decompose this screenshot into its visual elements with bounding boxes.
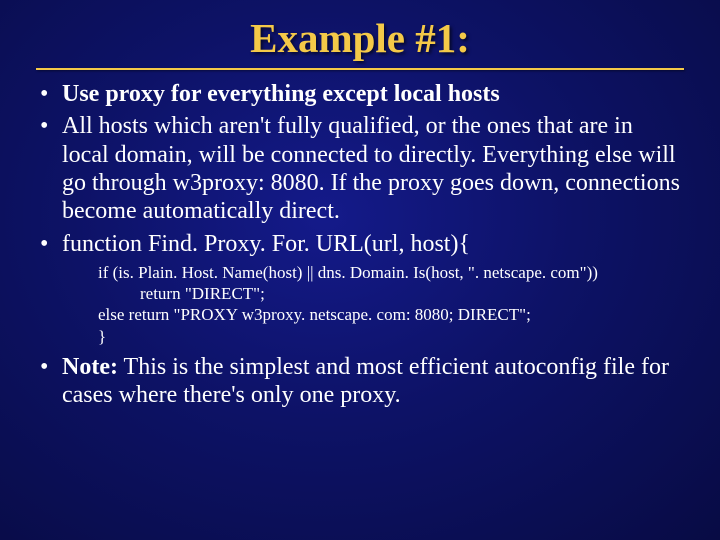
bullet-3-text: function Find. Proxy. For. URL(url, host… xyxy=(62,231,470,257)
bullet-1: Use proxy for everything except local ho… xyxy=(36,80,684,108)
bullet-list: Use proxy for everything except local ho… xyxy=(36,80,684,258)
code-line-4: } xyxy=(98,326,684,347)
code-line-1: if (is. Plain. Host. Name(host) || dns. … xyxy=(98,262,684,283)
title-rule xyxy=(36,68,684,70)
code-block: if (is. Plain. Host. Name(host) || dns. … xyxy=(98,262,684,347)
note-label: Note: xyxy=(62,354,118,380)
bullet-list-2: Note: This is the simplest and most effi… xyxy=(36,353,684,410)
code-line-3: else return "PROXY w3proxy. netscape. co… xyxy=(98,304,684,325)
bullet-2: All hosts which aren't fully qualified, … xyxy=(36,112,684,225)
bullet-3: function Find. Proxy. For. URL(url, host… xyxy=(36,230,684,258)
slide-title: Example #1: xyxy=(36,14,684,62)
bullet-1-text: Use proxy for everything except local ho… xyxy=(62,81,500,107)
bullet-4: Note: This is the simplest and most effi… xyxy=(36,353,684,410)
slide: Example #1: Use proxy for everything exc… xyxy=(0,0,720,434)
note-text: This is the simplest and most efficient … xyxy=(62,354,669,408)
bullet-2-text: All hosts which aren't fully qualified, … xyxy=(62,113,680,224)
code-line-2: return "DIRECT"; xyxy=(98,283,684,304)
